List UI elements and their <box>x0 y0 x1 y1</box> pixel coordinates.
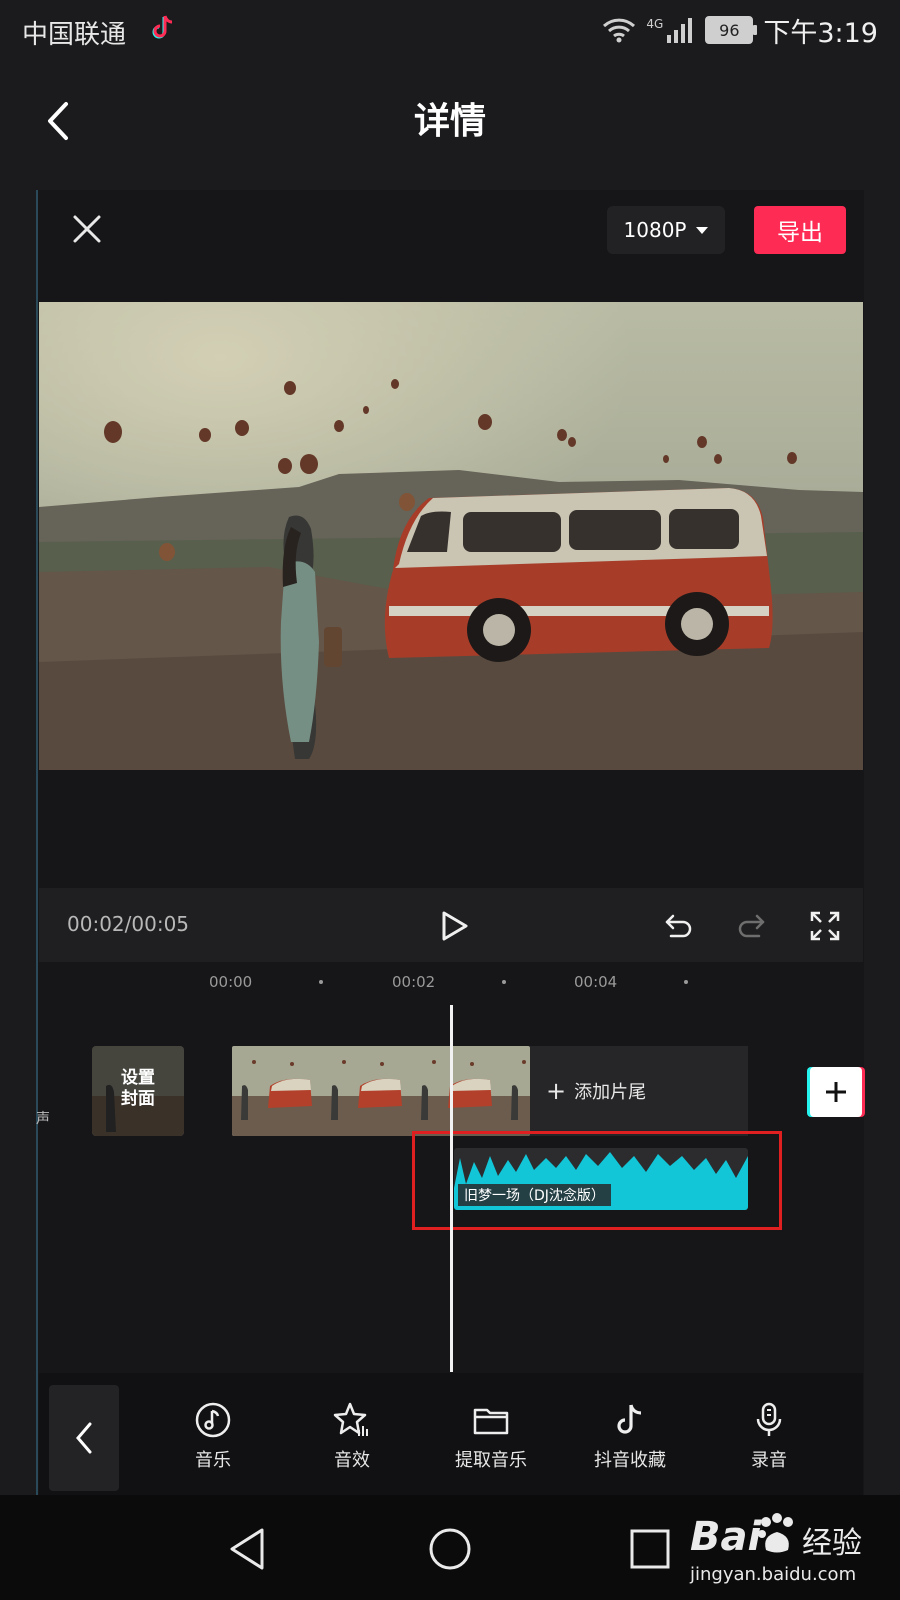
status-icons: 4G 96 下午3:19 <box>602 12 878 49</box>
network-type: 4G <box>646 17 664 31</box>
battery-indicator: 96 <box>705 16 758 44</box>
cover-label-line2: 封面 <box>121 1089 155 1109</box>
star-sound-icon <box>333 1402 368 1436</box>
tool-sound-effects-label: 音效 <box>334 1450 370 1471</box>
tool-extract-music[interactable]: 提取音乐 <box>431 1400 551 1472</box>
nav-home-icon[interactable] <box>423 1522 477 1576</box>
tool-extract-music-label: 提取音乐 <box>455 1450 527 1471</box>
add-ending-button[interactable]: + 添加片尾 <box>530 1046 748 1136</box>
wifi-icon <box>603 18 636 43</box>
status-time: 下午3:19 <box>763 17 878 49</box>
tiktok-notification-icon <box>152 15 173 39</box>
resolution-value: 1080P <box>623 218 687 242</box>
watermark-brand: Bai <box>690 1514 762 1560</box>
baidu-jingyan-watermark: Bai 经验 jingyan.baidu.com <box>690 1504 890 1594</box>
ruler-dot <box>684 980 688 984</box>
timecode: 00:02/00:05 <box>67 912 190 936</box>
tool-douyin-favorites[interactable]: 抖音收藏 <box>570 1400 690 1472</box>
export-button[interactable]: 导出 <box>754 206 846 254</box>
microphone-icon <box>756 1402 782 1436</box>
tool-douyin-favorites-label: 抖音收藏 <box>594 1450 666 1471</box>
watermark-brand-suffix: 经验 <box>802 1526 862 1561</box>
ruler-dot <box>319 980 323 984</box>
signal-icon <box>667 18 693 43</box>
nav-recents-icon[interactable] <box>623 1522 677 1576</box>
add-clip-button[interactable] <box>810 1067 862 1117</box>
tool-sound-effects[interactable]: 音效 <box>292 1400 412 1472</box>
carrier-name: 中国联通 <box>22 20 127 50</box>
tool-music-label: 音乐 <box>195 1450 231 1471</box>
baidu-paw-icon <box>758 1513 793 1553</box>
ruler-label: 00:04 <box>574 973 618 991</box>
ruler-dot <box>502 980 506 984</box>
folder-icon <box>473 1408 509 1435</box>
ruler-label: 00:00 <box>209 973 253 991</box>
ruler-label: 00:02 <box>392 973 436 991</box>
editor-edge <box>36 190 38 1495</box>
plus-icon: + <box>546 1077 567 1105</box>
battery-level: 96 <box>719 20 740 40</box>
resolution-dropdown[interactable]: 1080P <box>607 206 725 254</box>
set-cover-button[interactable]: 设置 封面 <box>92 1046 184 1136</box>
close-icon[interactable] <box>70 212 104 246</box>
page-title: 详情 <box>413 101 486 142</box>
tool-music[interactable]: 音乐 <box>153 1400 273 1472</box>
annotation-highlight-box <box>412 1131 782 1230</box>
plus-icon <box>826 1082 846 1102</box>
fullscreen-icon[interactable] <box>809 910 841 942</box>
tool-record[interactable]: 录音 <box>709 1400 829 1472</box>
play-icon[interactable] <box>438 910 470 942</box>
music-note-icon <box>195 1402 231 1438</box>
track-side-label: 声 <box>36 1111 50 1127</box>
watermark-url: jingyan.baidu.com <box>690 1564 857 1585</box>
chevron-left-icon <box>76 1422 92 1454</box>
set-cover-label: 设置 封面 <box>92 1068 184 1110</box>
nav-back-icon[interactable] <box>222 1522 276 1576</box>
toolbar-back-button[interactable] <box>49 1385 119 1491</box>
redo-icon[interactable] <box>735 910 767 942</box>
video-preview[interactable] <box>39 302 863 770</box>
playhead[interactable] <box>450 1005 453 1372</box>
tiktok-icon <box>617 1404 642 1434</box>
caret-down-icon <box>696 226 709 234</box>
tool-record-label: 录音 <box>751 1450 787 1471</box>
video-clip-strip[interactable] <box>232 1046 530 1136</box>
add-ending-label: 添加片尾 <box>574 1082 647 1103</box>
cover-label-line1: 设置 <box>121 1068 155 1088</box>
undo-icon[interactable] <box>663 910 695 942</box>
